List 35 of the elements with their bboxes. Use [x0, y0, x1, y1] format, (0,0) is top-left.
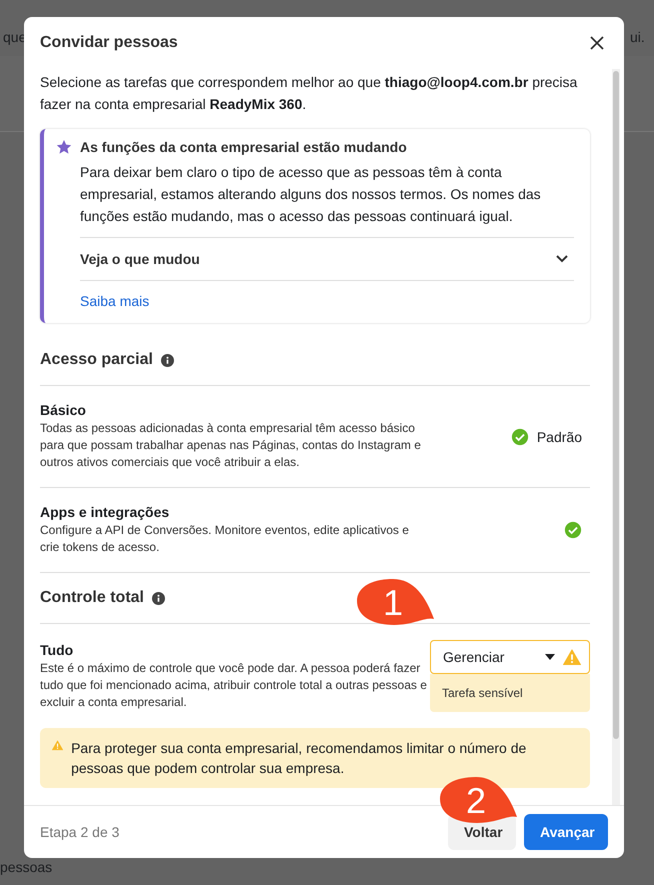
background-text: ui.	[630, 29, 645, 45]
expander[interactable]: Veja o que mudou	[80, 237, 574, 281]
permission-description: Todas as pessoas adicionadas à conta empresarial têm acesso básico para que possam trabalhar apenas nas Páginas, contas do Instagram e outros ativos comerciais que você atribuir a elas.	[40, 420, 422, 471]
permission-title: Apps e integrações	[40, 504, 170, 520]
permission-description: Configure a API de Conversões. Monitore eventos, edite aplicativos e crie tokens de acesso.	[40, 522, 410, 556]
status-label: Padrão	[536, 428, 582, 444]
chevron-icon	[556, 255, 568, 263]
intro-text: Selecione as tarefas que correspondem melhor ao que thiago@loop4.com.br precisa fazer na conta empresarial ReadyMix 360.	[40, 73, 578, 114]
step-indicator: Etapa 2 de 3	[40, 824, 120, 840]
check-icon	[510, 428, 529, 446]
check-icon	[564, 521, 582, 539]
permission-title: Tudo	[40, 642, 74, 658]
notice-title: As funções da conta empresarial estão mudando	[80, 139, 407, 155]
info-icon[interactable]	[160, 354, 174, 366]
info-icon[interactable]	[152, 592, 165, 604]
star-icon	[56, 139, 72, 155]
permission-description: Este é o máximo de controle que você pode dar. A pessoa poderá fazer tudo que foi mencionado acima, atribuir controle total a outras pessoas e excluir a conta empresarial.	[40, 660, 428, 710]
caret-icon	[545, 654, 555, 660]
warning-icon	[563, 648, 581, 666]
scrollbar-thumb[interactable]	[613, 71, 619, 739]
warning-icon	[52, 738, 64, 752]
section-title: Controle total	[40, 589, 144, 607]
role-dropdown[interactable]: Gerenciar	[430, 640, 590, 674]
background-text: pessoas	[0, 859, 52, 875]
permission-title: Básico	[40, 402, 87, 418]
warning-text: Para proteger sua conta empresarial, recomendamos limitar o número de pessoas que podem controlar sua empresa.	[71, 739, 528, 778]
callout-marker: 1	[357, 579, 434, 625]
section-title: Acesso parcial	[40, 351, 153, 369]
learn-more-link[interactable]: Saiba mais	[80, 293, 150, 309]
callout-marker: 2	[440, 777, 517, 823]
dialog-title: Convidar pessoas	[40, 34, 178, 52]
sensitive-note: Tarefa sensível	[430, 674, 590, 712]
next-button[interactable]: Avançar	[524, 814, 608, 850]
notice-text: Para deixar bem claro o tipo de acesso que as pessoas têm à conta empresarial, estamos alterando alguns dos nossos termos. Os nomes das funções estão mudando, mas o acesso das pessoas continuará igual.	[80, 163, 542, 226]
close-icon	[590, 36, 604, 50]
